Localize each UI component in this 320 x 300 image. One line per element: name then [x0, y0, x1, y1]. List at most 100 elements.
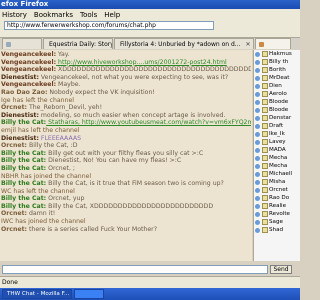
taskbar-item-firefox[interactable]: THW Chat - Mozilla F...: [2, 289, 72, 299]
user-status-icon: [255, 51, 260, 57]
tab-3[interactable]: [255, 38, 291, 49]
send-button[interactable]: Send: [270, 264, 292, 274]
chat-message: Billy the Cat: Billy the Cat, XDDDDDDDDD…: [1, 203, 251, 211]
chat-message: Vengeancekeel: Yay.: [1, 51, 251, 59]
chat-nick[interactable]: Dienestist:: [1, 74, 39, 81]
tab-label: Equestria Daily: Story: [49, 40, 113, 48]
menu-bookmarks[interactable]: Bookmarks: [34, 11, 73, 19]
menu-help[interactable]: Help: [104, 11, 120, 19]
chat-nick[interactable]: Billy the Cat:: [1, 165, 46, 172]
chat-message: Rao Dao Zao: Nobody expect the VK inquis…: [1, 89, 251, 97]
tab-2[interactable]: Fillystoria 4: Unburied by *adown on d..…: [114, 38, 254, 49]
chat-text[interactable]: Statharas, http://www.youtubeusmeat.com/…: [46, 119, 251, 126]
user-badge-icon: [262, 211, 268, 217]
user-badge-icon: [262, 51, 268, 57]
chat-text: Billy get out with your filthy fleas you…: [46, 149, 204, 157]
chat-message: Orcnet: Billy the Cat, :D: [1, 142, 251, 150]
status-bar: Done: [0, 276, 300, 288]
chat-text: Billy the Cat, XDDDDDDDDDDDDDDDDDDDDDDDD…: [46, 202, 214, 210]
user-list-item[interactable]: MADA: [254, 146, 300, 154]
user-name: Billy th: [269, 59, 289, 65]
chat-nick[interactable]: Vengeancekeel:: [1, 59, 56, 66]
user-list-item[interactable]: Denstar: [254, 114, 300, 122]
chat-message: Billy the Cat: Dienestist, No! You can h…: [1, 157, 251, 165]
chat-nick[interactable]: Orcnet:: [1, 226, 27, 233]
user-list-item[interactable]: Misha: [254, 178, 300, 186]
user-list-item[interactable]: Billy th: [254, 58, 300, 66]
user-name: Draft: [269, 123, 284, 129]
chat-message: Orcnet: The_Reborn_Devil, yeh!: [1, 104, 251, 112]
chat-nick[interactable]: Orcnet:: [1, 104, 27, 111]
chat-text[interactable]: http://www.hiveworkshop....ums/2001272-p…: [56, 59, 227, 66]
chat-nick[interactable]: Dienestist:: [1, 135, 39, 142]
chat-nick[interactable]: Billy the Cat:: [1, 195, 46, 202]
user-badge-icon: [262, 227, 268, 233]
chat-text: Billy the Cat, :D: [27, 142, 78, 150]
user-list-item[interactable]: Bloode: [254, 98, 300, 106]
user-badge-icon: [262, 155, 268, 161]
user-list-item[interactable]: Dien: [254, 82, 300, 90]
user-status-icon: [255, 171, 260, 177]
menu-tools[interactable]: Tools: [80, 11, 97, 19]
chat-message: Dienestist: Vengeancekeel, not what you …: [1, 74, 251, 82]
user-list-item[interactable]: Ike_Ik: [254, 130, 300, 138]
chat-message: Billy the Cat: Billy get out with your f…: [1, 150, 251, 158]
user-list-item[interactable]: Lavey: [254, 138, 300, 146]
user-list-item[interactable]: Aerolo: [254, 90, 300, 98]
chat-message: IWC has joined the channel: [1, 218, 251, 226]
tab-0[interactable]: [2, 38, 42, 49]
user-list-item[interactable]: Sage: [254, 218, 300, 226]
user-list-item[interactable]: MichaelI: [254, 170, 300, 178]
user-list-item[interactable]: Borith: [254, 66, 300, 74]
chat-message: Vengeancekeel: Maybe.: [1, 81, 251, 89]
user-name: Shad: [269, 227, 284, 233]
chat-text: Yay.: [56, 51, 70, 58]
url-bar[interactable]: http://www.ferwerwerkshop.com/forums/cha…: [4, 20, 214, 30]
user-list-item[interactable]: Draft: [254, 122, 300, 130]
user-status-icon: [255, 91, 260, 97]
taskbar-item-1[interactable]: [74, 289, 104, 299]
user-list-item[interactable]: Rao Do: [254, 194, 300, 202]
chat-log[interactable]: Vengeancekeel: Yay. Vengeancekeel: http:/…: [0, 50, 252, 261]
user-list-item[interactable]: Hakmus: [254, 50, 300, 58]
user-status-icon: [255, 139, 260, 145]
user-name: Revolte: [269, 211, 290, 217]
chat-nick[interactable]: Billy the Cat:: [1, 119, 46, 126]
user-status-icon: [255, 211, 260, 217]
user-list-item[interactable]: Bloode: [254, 106, 300, 114]
tab-bar: Equestria Daily: Story ✕ Fillystoria 4: …: [0, 38, 300, 49]
user-list-item[interactable]: Mecha: [254, 162, 300, 170]
chat-message: Ige has left the channel: [1, 97, 251, 105]
chat-nick[interactable]: Vengeancekeel:: [1, 81, 56, 88]
user-name: MADA: [269, 147, 286, 153]
user-badge-icon: [262, 139, 268, 145]
user-list-item[interactable]: Realie: [254, 202, 300, 210]
chat-nick[interactable]: Orcnet:: [1, 210, 27, 217]
chat-nick[interactable]: Billy the Cat:: [1, 157, 46, 164]
tab-1[interactable]: Equestria Daily: Story ✕: [43, 38, 113, 49]
chat-nick[interactable]: Dienestist:: [1, 112, 39, 119]
chat-nick[interactable]: Vengeancekeel:: [1, 66, 56, 73]
chat-message: Orcnet: damn it!: [1, 210, 251, 218]
chat-nick[interactable]: Billy the Cat:: [1, 203, 46, 210]
chat-message: NBHR has joined the channel: [1, 173, 251, 181]
chat-nick[interactable]: Billy the Cat:: [1, 150, 46, 157]
user-status-icon: [255, 219, 260, 225]
user-status-icon: [255, 123, 260, 129]
chat-message: Billy the Cat: Billy the Cat, is it true…: [1, 180, 251, 188]
chat-nick[interactable]: Vengeancekeel:: [1, 51, 56, 58]
close-icon[interactable]: ✕: [245, 40, 250, 49]
user-status-icon: [255, 99, 260, 105]
chat-nick[interactable]: Rao Dao Zao:: [1, 89, 47, 96]
menu-history[interactable]: History: [2, 11, 27, 19]
user-list-item[interactable]: MrDeat: [254, 74, 300, 82]
message-input[interactable]: [2, 264, 268, 274]
user-list-item[interactable]: Revolte: [254, 210, 300, 218]
chat-message: Billy the Cat: Orcnet, yup: [1, 195, 251, 203]
user-list-item[interactable]: Shad: [254, 226, 300, 234]
chat-nick[interactable]: Billy the Cat:: [1, 180, 46, 187]
user-list-item[interactable]: Orcnet: [254, 186, 300, 194]
user-list[interactable]: Hakmus Billy th Borith MrDeat Dien Aerolo Bloo…: [253, 50, 300, 261]
chat-nick[interactable]: Orcnet:: [1, 142, 27, 149]
user-list-item[interactable]: Mecha: [254, 154, 300, 162]
